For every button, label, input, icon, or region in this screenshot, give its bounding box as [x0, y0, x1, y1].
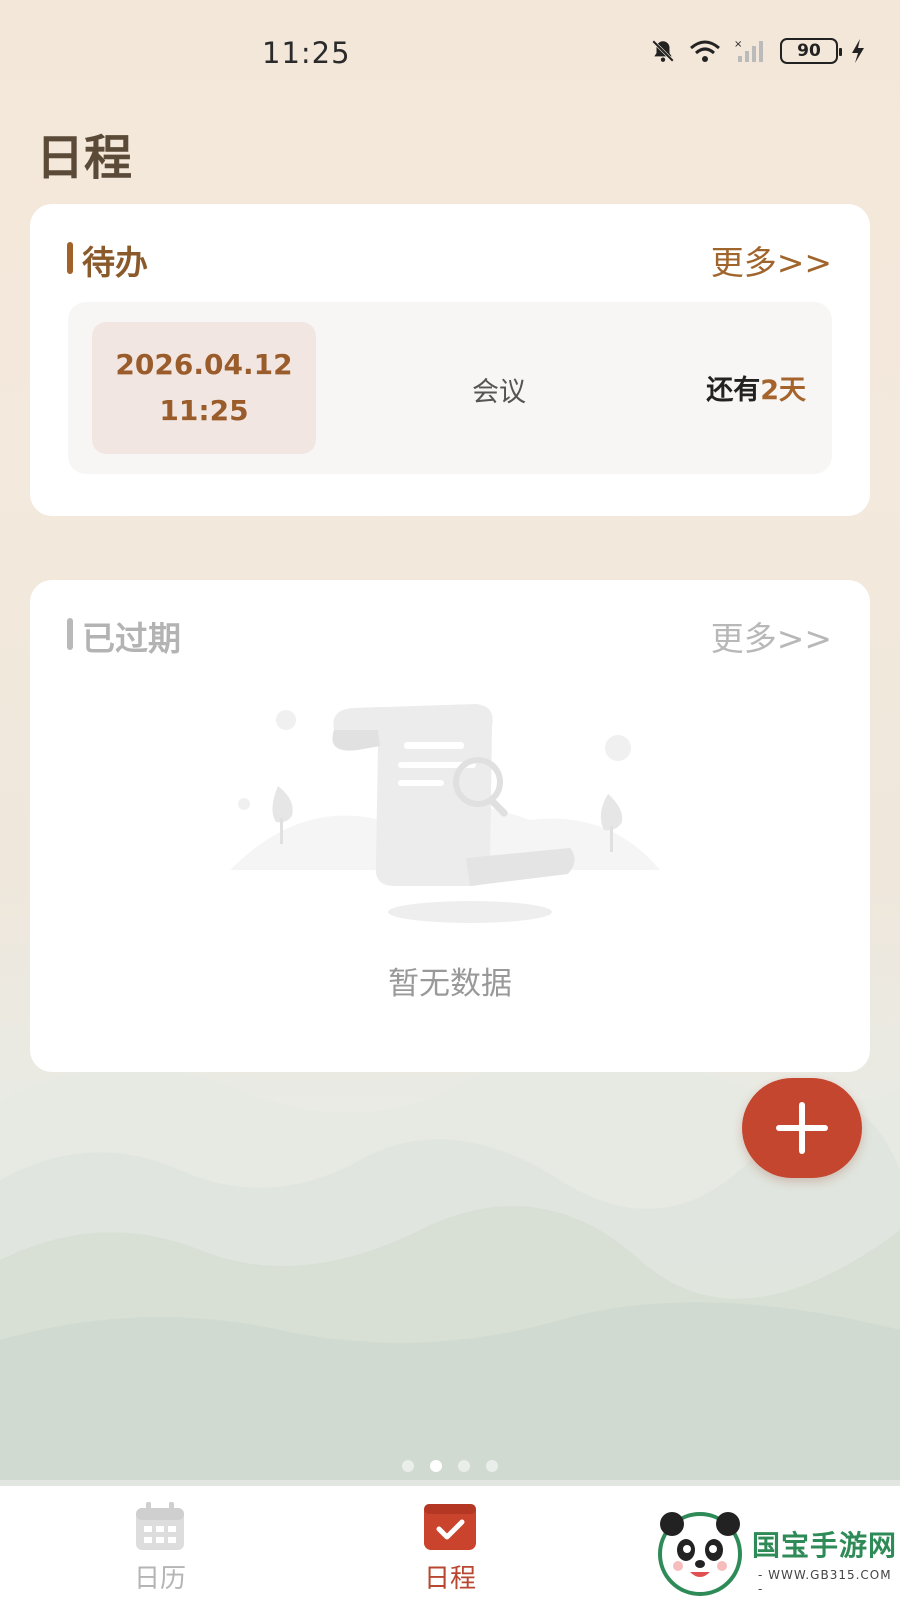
- panda-logo-icon: [658, 1512, 742, 1596]
- svg-text:×: ×: [734, 39, 742, 50]
- todo-countdown: 还有2天: [706, 368, 806, 407]
- todo-item[interactable]: 2026.04.12 11:25 会议 还有2天: [68, 302, 832, 474]
- nav-schedule-label: 日程: [423, 1564, 476, 1594]
- todo-more-link[interactable]: 更多>>: [711, 236, 832, 284]
- status-time: 11:25: [262, 36, 351, 70]
- site-watermark: 国宝手游网 - WWW.GB315.COM -: [648, 1506, 900, 1600]
- watermark-text: 国宝手游网: [752, 1529, 898, 1562]
- plus-icon: [776, 1102, 828, 1154]
- page-dot: [402, 1460, 414, 1472]
- calendar-icon: [136, 1502, 184, 1550]
- expired-header: 已过期 更多>>: [30, 580, 870, 680]
- expired-card: 已过期 更多>> 暂无数据: [30, 580, 870, 1072]
- bell-muted-icon: [652, 40, 674, 62]
- page-dot-active: [430, 1460, 442, 1472]
- battery-icon: 90: [780, 38, 842, 64]
- section-marker: [67, 618, 73, 650]
- status-icons: × 90: [650, 38, 866, 64]
- watermark-url: - WWW.GB315.COM -: [758, 1568, 892, 1596]
- nav-calendar-label: 日历: [133, 1564, 186, 1594]
- todo-date-box: 2026.04.12 11:25: [92, 322, 316, 454]
- expired-section-title: 已过期: [82, 619, 181, 658]
- page-dot: [486, 1460, 498, 1472]
- status-bar: 11:25 × 90: [0, 0, 900, 110]
- countdown-prefix: 还有: [706, 375, 761, 406]
- wifi-icon: [690, 40, 720, 62]
- todo-section-title: 待办: [82, 243, 148, 282]
- battery-level: 90: [797, 41, 821, 61]
- page-dot: [458, 1460, 470, 1472]
- page-title: 日程: [36, 130, 133, 186]
- todo-date: 2026.04.12: [115, 348, 293, 381]
- todo-header: 待办 更多>>: [30, 204, 870, 304]
- countdown-unit: 天: [779, 375, 806, 406]
- todo-card: 待办 更多>> 2026.04.12 11:25 会议 还有2天: [30, 204, 870, 516]
- page-indicator: [0, 1460, 900, 1472]
- nav-schedule[interactable]: 日程: [390, 1502, 510, 1595]
- countdown-value: 2: [760, 375, 779, 406]
- charging-icon: [852, 39, 864, 63]
- nav-calendar[interactable]: 日历: [100, 1502, 220, 1595]
- empty-state-text: 暂无数据: [388, 966, 512, 1002]
- todo-time: 11:25: [159, 394, 249, 427]
- empty-state-illustration: [230, 704, 660, 923]
- expired-more-link[interactable]: 更多>>: [711, 612, 832, 660]
- section-marker: [67, 242, 73, 274]
- signal-icon: ×: [734, 39, 763, 62]
- todo-item-name: 会议: [472, 377, 526, 408]
- schedule-check-icon: [424, 1504, 476, 1550]
- add-schedule-button[interactable]: [742, 1078, 862, 1178]
